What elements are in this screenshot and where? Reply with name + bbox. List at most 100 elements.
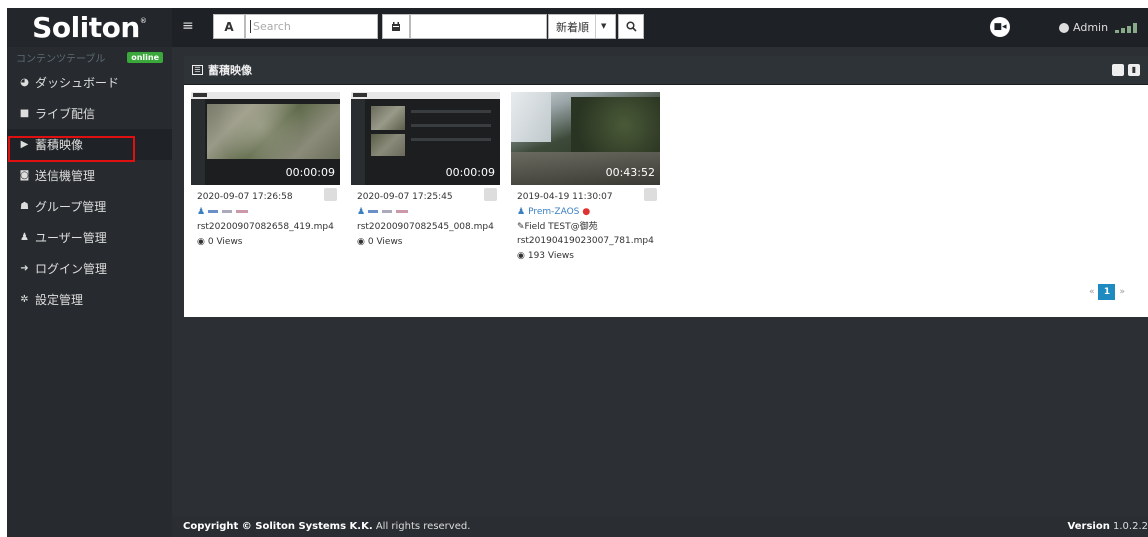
video-select-checkbox[interactable] [324, 188, 337, 201]
video-note: ✎Field TEST@御苑 [511, 219, 660, 232]
pagination-prev[interactable]: « [1089, 287, 1095, 297]
sidebar-item-logins[interactable]: ➜ ログイン管理 [7, 253, 172, 284]
panel-title: 蓄積映像 [208, 64, 252, 77]
sidebar-item-live[interactable]: ■ ライブ配信 [7, 98, 172, 129]
sidebar-item-label: グループ管理 [35, 200, 107, 214]
logo-text: Soliton [32, 11, 140, 44]
youtube-play-icon: ▶ [20, 138, 29, 150]
video-filename: rst20200907082658_419.mp4 [197, 222, 334, 232]
video-user[interactable]: ♟ Prem-ZAOS ● [511, 205, 660, 218]
user-circle-icon [1059, 22, 1069, 33]
logo[interactable]: Soliton ® [7, 8, 172, 47]
sidebar-item-label: ログイン管理 [35, 262, 108, 276]
font-size-toggle-button[interactable]: A [213, 14, 245, 39]
video-date: 2019-04-19 11:30:07 [517, 192, 613, 202]
cogs-icon: ✲ [20, 293, 29, 305]
user-icon: ♟ [197, 206, 206, 217]
copyright-company: Soliton Systems K.K. [255, 521, 373, 532]
calendar-icon[interactable] [382, 14, 410, 39]
video-filename: rst20200907082545_008.mp4 [357, 222, 494, 232]
sidebar-item-label: 設定管理 [35, 293, 84, 307]
eye-icon: ◉ [357, 237, 365, 247]
menu-toggle-icon[interactable]: ≡ [182, 19, 196, 33]
admin-menu[interactable]: Admin [1059, 21, 1138, 34]
version-value: 1.0.2.2 [1113, 521, 1148, 532]
video-date-row: 2019-04-19 11:30:07 [511, 188, 660, 202]
video-views-count: 193 Views [527, 251, 574, 261]
top-bar: Soliton® ≡ A 新着順 ▼ ■◂ Admin [7, 8, 1148, 47]
pagination-current-page[interactable]: 1 [1098, 284, 1116, 300]
search-icon [625, 21, 637, 32]
video-thumbnail[interactable]: 00:00:09 [191, 92, 340, 185]
sidebar-item-transmitters[interactable]: ◙ 送信機管理 [7, 160, 172, 191]
sidebar-item-dashboard[interactable]: ◕ ダッシュボード [7, 67, 172, 98]
date-range-input[interactable] [410, 14, 547, 39]
video-card[interactable]: 00:43:52 2019-04-19 11:30:07 ♟ Prem-ZAOS… [511, 92, 660, 261]
sort-select-label: 新着順 [556, 20, 589, 34]
sidebar-item-label: ダッシュボード [35, 76, 120, 90]
sidebar-item-label: ユーザー管理 [35, 231, 107, 245]
video-thumbnail[interactable]: 00:43:52 [511, 92, 660, 185]
trash-icon[interactable]: ▮ [1128, 64, 1140, 76]
video-select-checkbox[interactable] [644, 188, 657, 201]
video-camera-icon: ■ [19, 107, 30, 119]
sidebar: コンテンツテーブル online ◕ ダッシュボード ■ ライブ配信 ▶ 蓄積映… [7, 47, 172, 537]
video-views: ◉ 0 Views [191, 237, 340, 247]
eye-icon: ◉ [517, 251, 525, 261]
video-user: ♟ [351, 205, 500, 218]
sign-in-icon: ➜ [20, 262, 29, 274]
map-marker-icon[interactable]: ● [582, 207, 590, 217]
user-icon: ♟ [517, 206, 526, 217]
copyright-prefix: Copyright © [183, 521, 256, 532]
copyright: Copyright © Soliton Systems K.K. All rig… [183, 521, 470, 532]
chevron-down-icon: ▼ [595, 15, 606, 38]
video-select-checkbox[interactable] [484, 188, 497, 201]
sidebar-item-recordings[interactable]: ▶ 蓄積映像 [7, 129, 172, 160]
sort-select[interactable]: 新着順 ▼ [548, 14, 616, 39]
app-window: Soliton® ≡ A 新着順 ▼ ■◂ Admin コンテンツテーブル on… [7, 8, 1148, 537]
copyright-suffix: All rights reserved. [372, 521, 471, 532]
video-camera-icon[interactable]: ■◂ [990, 17, 1010, 37]
search-button[interactable] [618, 14, 644, 39]
users-icon: ☗ [20, 200, 29, 212]
search-input[interactable] [250, 20, 375, 33]
video-user-name: Prem-ZAOS [528, 206, 580, 217]
footer: Copyright © Soliton Systems K.K. All rig… [172, 516, 1148, 537]
video-thumbnail[interactable]: 00:00:09 [351, 92, 500, 185]
status-label: コンテンツテーブル [16, 53, 106, 65]
admin-label: Admin [1073, 21, 1109, 34]
redacted-user-name [368, 210, 409, 213]
sidebar-item-settings[interactable]: ✲ 設定管理 [7, 284, 172, 315]
version: Version 1.0.2.2 [1068, 521, 1148, 532]
video-date: 2020-09-07 17:25:45 [357, 192, 453, 202]
sidebar-item-label: 送信機管理 [35, 169, 96, 183]
video-grid: 00:00:09 2020-09-07 17:26:58 ♟ rst202009… [191, 92, 660, 261]
select-all-checkbox[interactable] [1112, 64, 1124, 76]
panel-actions: ▮ [1112, 64, 1140, 76]
video-date-row: 2020-09-07 17:25:45 [351, 188, 500, 202]
video-views-count: 0 Views [207, 237, 243, 247]
video-card[interactable]: 00:00:09 2020-09-07 17:26:58 ♟ rst202009… [191, 92, 340, 261]
dashboard-icon: ◕ [20, 76, 29, 88]
pagination: « 1 » [1089, 284, 1125, 300]
redacted-user-name [208, 210, 249, 213]
panel-header: ☰ 蓄積映像 [184, 56, 1148, 85]
video-date-row: 2020-09-07 17:26:58 [191, 188, 340, 202]
sidebar-status: コンテンツテーブル online [7, 47, 172, 67]
video-duration: 00:00:09 [445, 166, 495, 179]
version-label: Version [1067, 521, 1110, 532]
sidebar-item-label: 蓄積映像 [35, 138, 84, 152]
search-box [245, 14, 378, 39]
video-note-text: Field TEST@御苑 [524, 222, 598, 232]
video-views-count: 0 Views [367, 237, 403, 247]
eye-icon: ◉ [197, 237, 205, 247]
sidebar-item-groups[interactable]: ☗ グループ管理 [7, 191, 172, 222]
video-views: ◉ 0 Views [351, 237, 500, 247]
pagination-next[interactable]: » [1119, 287, 1125, 297]
video-card[interactable]: 00:00:09 2020-09-07 17:25:45 ♟ rst202009… [351, 92, 500, 261]
video-duration: 00:00:09 [285, 166, 335, 179]
sidebar-item-label: ライブ配信 [35, 107, 96, 121]
video-date: 2020-09-07 17:26:58 [197, 192, 293, 202]
recordings-panel: ☰ 蓄積映像 ▮ 00:00:09 2020-09-07 17:26:58 ♟ … [184, 56, 1148, 317]
sidebar-item-users[interactable]: ♟ ユーザー管理 [7, 222, 172, 253]
